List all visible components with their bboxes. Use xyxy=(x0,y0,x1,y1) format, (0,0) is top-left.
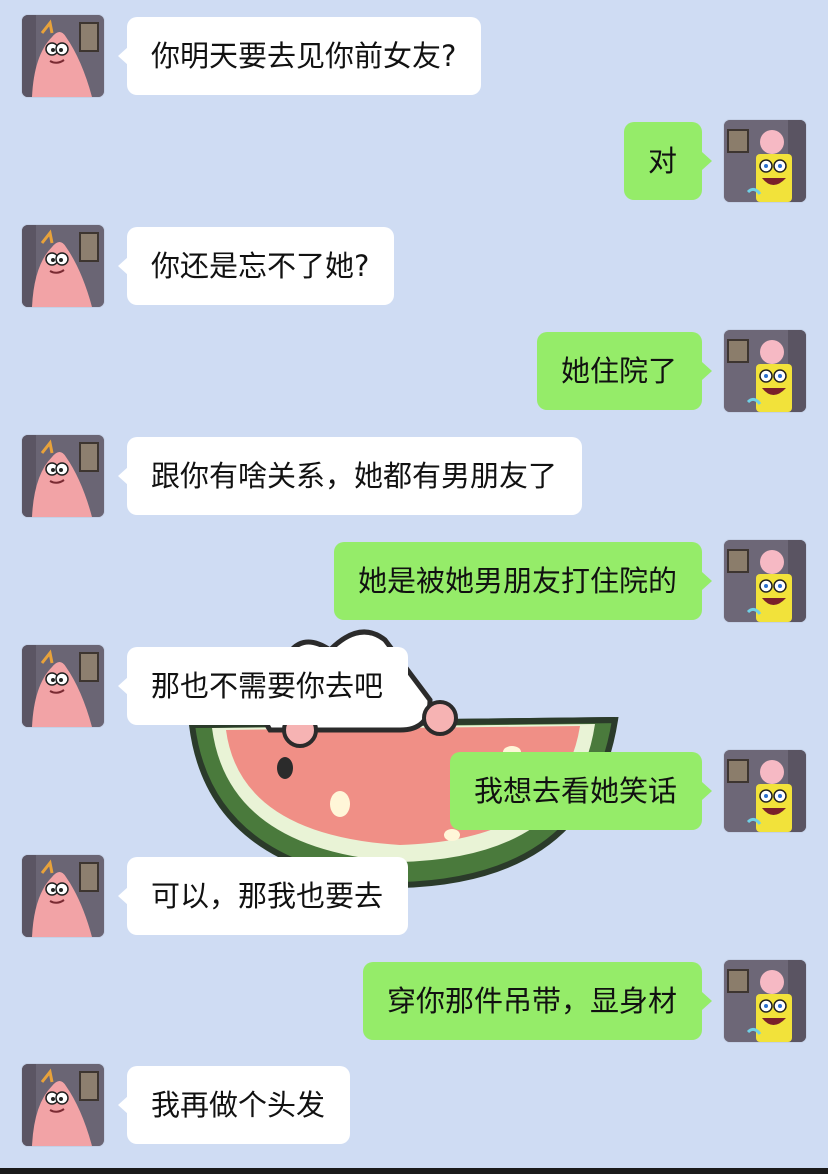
message-row-left: 你明天要去见你前女友? xyxy=(0,15,828,97)
message-bubble-right[interactable]: 穿你那件吊带，显身材 xyxy=(363,962,702,1040)
message-row-right: 穿你那件吊带，显身材 xyxy=(0,960,828,1042)
message-row-left: 跟你有啥关系，她都有男朋友了 xyxy=(0,435,828,517)
bottom-border xyxy=(0,1168,828,1174)
bubble-tail xyxy=(118,677,128,695)
patrick-avatar-icon[interactable] xyxy=(22,225,104,307)
spongebob-avatar-icon[interactable] xyxy=(724,960,806,1042)
message-bubble-left[interactable]: 跟你有啥关系，她都有男朋友了 xyxy=(127,437,582,515)
message-row-left: 那也不需要你去吧 xyxy=(0,645,828,727)
message-bubble-right[interactable]: 对 xyxy=(624,122,702,200)
message-row-right: 她是被她男朋友打住院的 xyxy=(0,540,828,622)
message-bubble-left[interactable]: 你还是忘不了她? xyxy=(127,227,394,305)
message-bubble-right[interactable]: 她是被她男朋友打住院的 xyxy=(334,542,702,620)
message-row-right: 我想去看她笑话 xyxy=(0,750,828,832)
spongebob-avatar-icon[interactable] xyxy=(724,330,806,412)
message-bubble-left[interactable]: 可以，那我也要去 xyxy=(127,857,408,935)
message-row-right: 对 xyxy=(0,120,828,202)
bubble-tail xyxy=(702,992,712,1010)
bubble-tail xyxy=(118,47,128,65)
message-row-right: 她住院了 xyxy=(0,330,828,412)
bubble-tail xyxy=(118,467,128,485)
message-bubble-left[interactable]: 我再做个头发 xyxy=(127,1066,350,1144)
message-row-left: 我再做个头发 xyxy=(0,1064,828,1146)
bubble-tail xyxy=(702,782,712,800)
message-bubble-right[interactable]: 我想去看她笑话 xyxy=(450,752,702,830)
spongebob-avatar-icon[interactable] xyxy=(724,750,806,832)
spongebob-avatar-icon[interactable] xyxy=(724,120,806,202)
bubble-tail xyxy=(702,572,712,590)
bubble-tail xyxy=(702,152,712,170)
message-row-left: 你还是忘不了她? xyxy=(0,225,828,307)
bubble-tail xyxy=(702,362,712,380)
bubble-tail xyxy=(118,1096,128,1114)
patrick-avatar-icon[interactable] xyxy=(22,1064,104,1146)
message-bubble-left[interactable]: 你明天要去见你前女友? xyxy=(127,17,481,95)
bubble-tail xyxy=(118,257,128,275)
message-row-left: 可以，那我也要去 xyxy=(0,855,828,937)
patrick-avatar-icon[interactable] xyxy=(22,855,104,937)
bubble-tail xyxy=(118,887,128,905)
spongebob-avatar-icon[interactable] xyxy=(724,540,806,622)
patrick-avatar-icon[interactable] xyxy=(22,645,104,727)
patrick-avatar-icon[interactable] xyxy=(22,435,104,517)
message-bubble-left[interactable]: 那也不需要你去吧 xyxy=(127,647,408,725)
patrick-avatar-icon[interactable] xyxy=(22,15,104,97)
message-bubble-right[interactable]: 她住院了 xyxy=(537,332,702,410)
